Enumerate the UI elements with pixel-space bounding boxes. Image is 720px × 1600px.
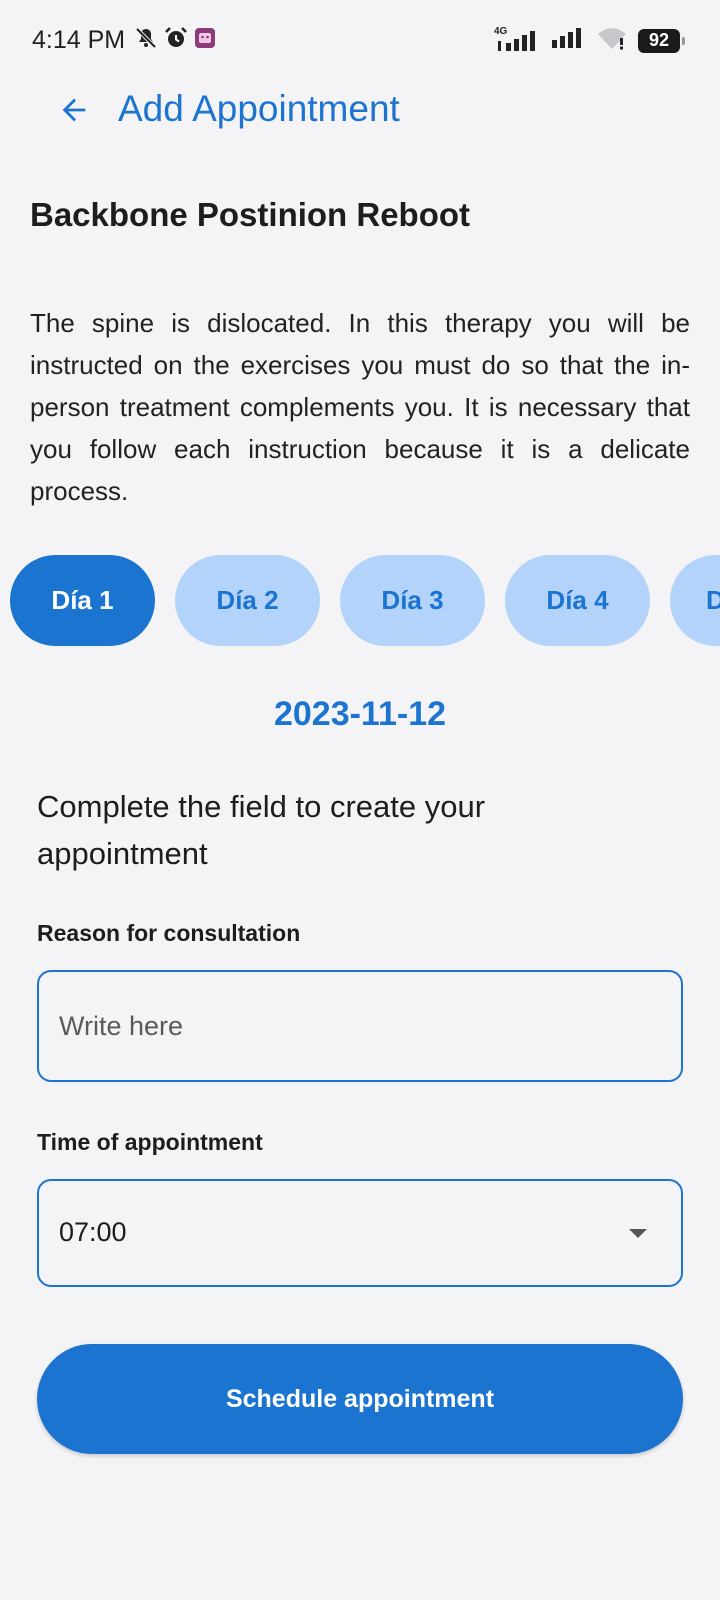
day-chip-5[interactable]: D [670, 555, 720, 646]
reason-label: Reason for consultation [37, 920, 301, 946]
app-notification-icon [194, 27, 216, 54]
status-right-icons: 4G 92 [494, 26, 685, 55]
day-chip-2[interactable]: Día 2 [175, 555, 320, 646]
battery-level: 92 [648, 30, 670, 50]
reason-input[interactable] [37, 970, 683, 1082]
status-bar: 4:14 PM 4G 92 [0, 0, 720, 80]
signal-icon [550, 26, 586, 55]
day-selector: Día 1 Día 2 Día 3 Día 4 D [0, 555, 720, 647]
day-chip-1[interactable]: Día 1 [10, 555, 155, 646]
dropdown-arrow-icon [629, 1229, 647, 1238]
time-select-value: 07:00 [59, 1217, 127, 1247]
back-button[interactable] [54, 92, 94, 132]
app-bar: Add Appointment [0, 80, 720, 144]
arrow-left-icon [57, 93, 91, 132]
battery-icon: 92 [638, 28, 685, 53]
notifications-off-icon [134, 26, 158, 55]
alarm-icon [164, 26, 188, 55]
day-chip-4[interactable]: Día 4 [505, 555, 650, 646]
selected-date: 2023-11-12 [273, 695, 447, 733]
schedule-appointment-button[interactable]: Schedule appointment [37, 1344, 683, 1454]
wifi-icon [596, 26, 628, 55]
signal-icon: 4G [494, 26, 540, 53]
time-label: Time of appointment [37, 1129, 263, 1155]
status-time: 4:14 PM [32, 26, 126, 54]
time-select[interactable]: 07:00 [37, 1179, 683, 1287]
status-left-icons [134, 26, 216, 55]
form-instruction: Complete the field to create your appoin… [37, 789, 486, 871]
day-chip-3[interactable]: Día 3 [340, 555, 485, 646]
therapy-description: The spine is dislocated. In this therapy… [30, 308, 690, 506]
page-title: Add Appointment [118, 88, 400, 129]
therapy-title: Backbone Postinion Reboot [30, 196, 471, 233]
